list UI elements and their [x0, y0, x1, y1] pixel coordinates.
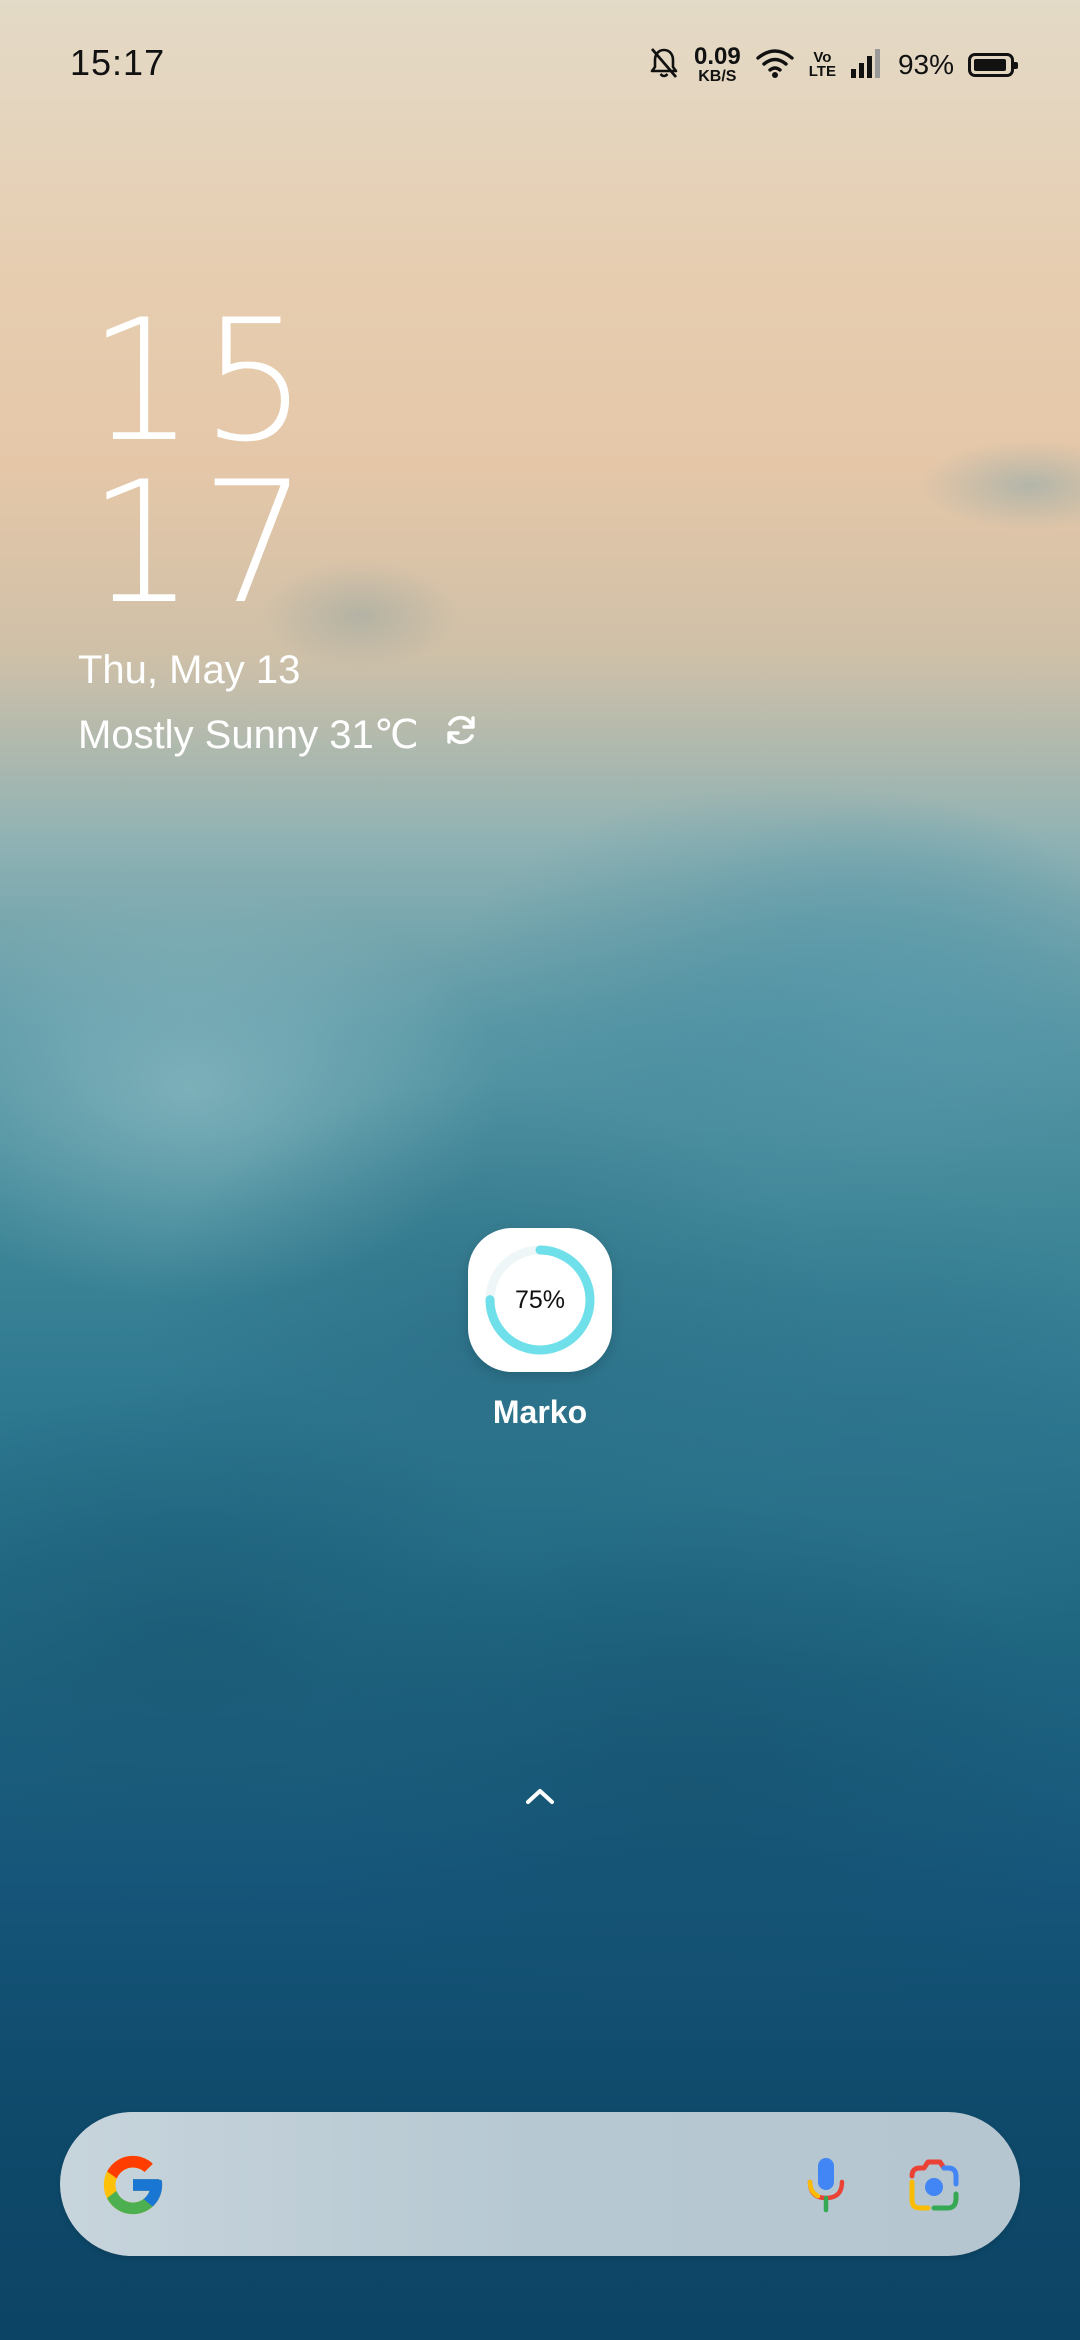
network-speed: 0.09 KB/S — [694, 45, 741, 85]
battery-fill — [974, 59, 1006, 71]
wifi-icon — [755, 47, 795, 84]
status-time: 15:17 — [70, 42, 166, 83]
battery-tip — [1014, 62, 1018, 69]
app-progress-text: 75% — [514, 1286, 566, 1314]
battery-icon — [968, 53, 1018, 77]
volte-indicator: Vo LTE — [808, 50, 836, 80]
microphone-icon[interactable] — [790, 2148, 862, 2220]
bell-off-icon — [648, 46, 680, 85]
battery-percent: 93% — [897, 49, 954, 80]
clock-minutes: 17 — [88, 445, 314, 641]
clock-widget[interactable]: 15 17 — [88, 283, 314, 641]
volte-bottom: LTE — [808, 63, 836, 80]
google-logo-icon — [98, 2150, 168, 2225]
chevron-up-icon[interactable] — [520, 1776, 560, 1816]
weather-row[interactable]: Mostly Sunny 31℃ — [78, 712, 479, 758]
date-text[interactable]: Thu, May 13 — [78, 648, 300, 693]
network-speed-value: 0.09 — [694, 43, 741, 70]
clock-hours: 15 — [88, 283, 314, 479]
app-icon-marko[interactable]: 75% — [468, 1228, 612, 1372]
status-icons: 0.09 KB/S Vo LTE 93% — [648, 40, 1018, 90]
app-label-marko[interactable]: Marko — [440, 1394, 640, 1431]
status-bar: 15:17 0.09 KB/S Vo LTE 93% — [0, 0, 1080, 130]
home-screen: 15:17 0.09 KB/S Vo LTE 93% 15 17 Thu, Ma… — [0, 0, 1080, 2340]
network-speed-unit: KB/S — [698, 68, 737, 85]
signal-icon — [850, 47, 884, 84]
refresh-icon[interactable] — [443, 712, 479, 758]
weather-text: Mostly Sunny 31℃ — [78, 713, 419, 757]
google-lens-icon[interactable] — [898, 2150, 970, 2222]
google-search-bar[interactable] — [60, 2112, 1020, 2256]
